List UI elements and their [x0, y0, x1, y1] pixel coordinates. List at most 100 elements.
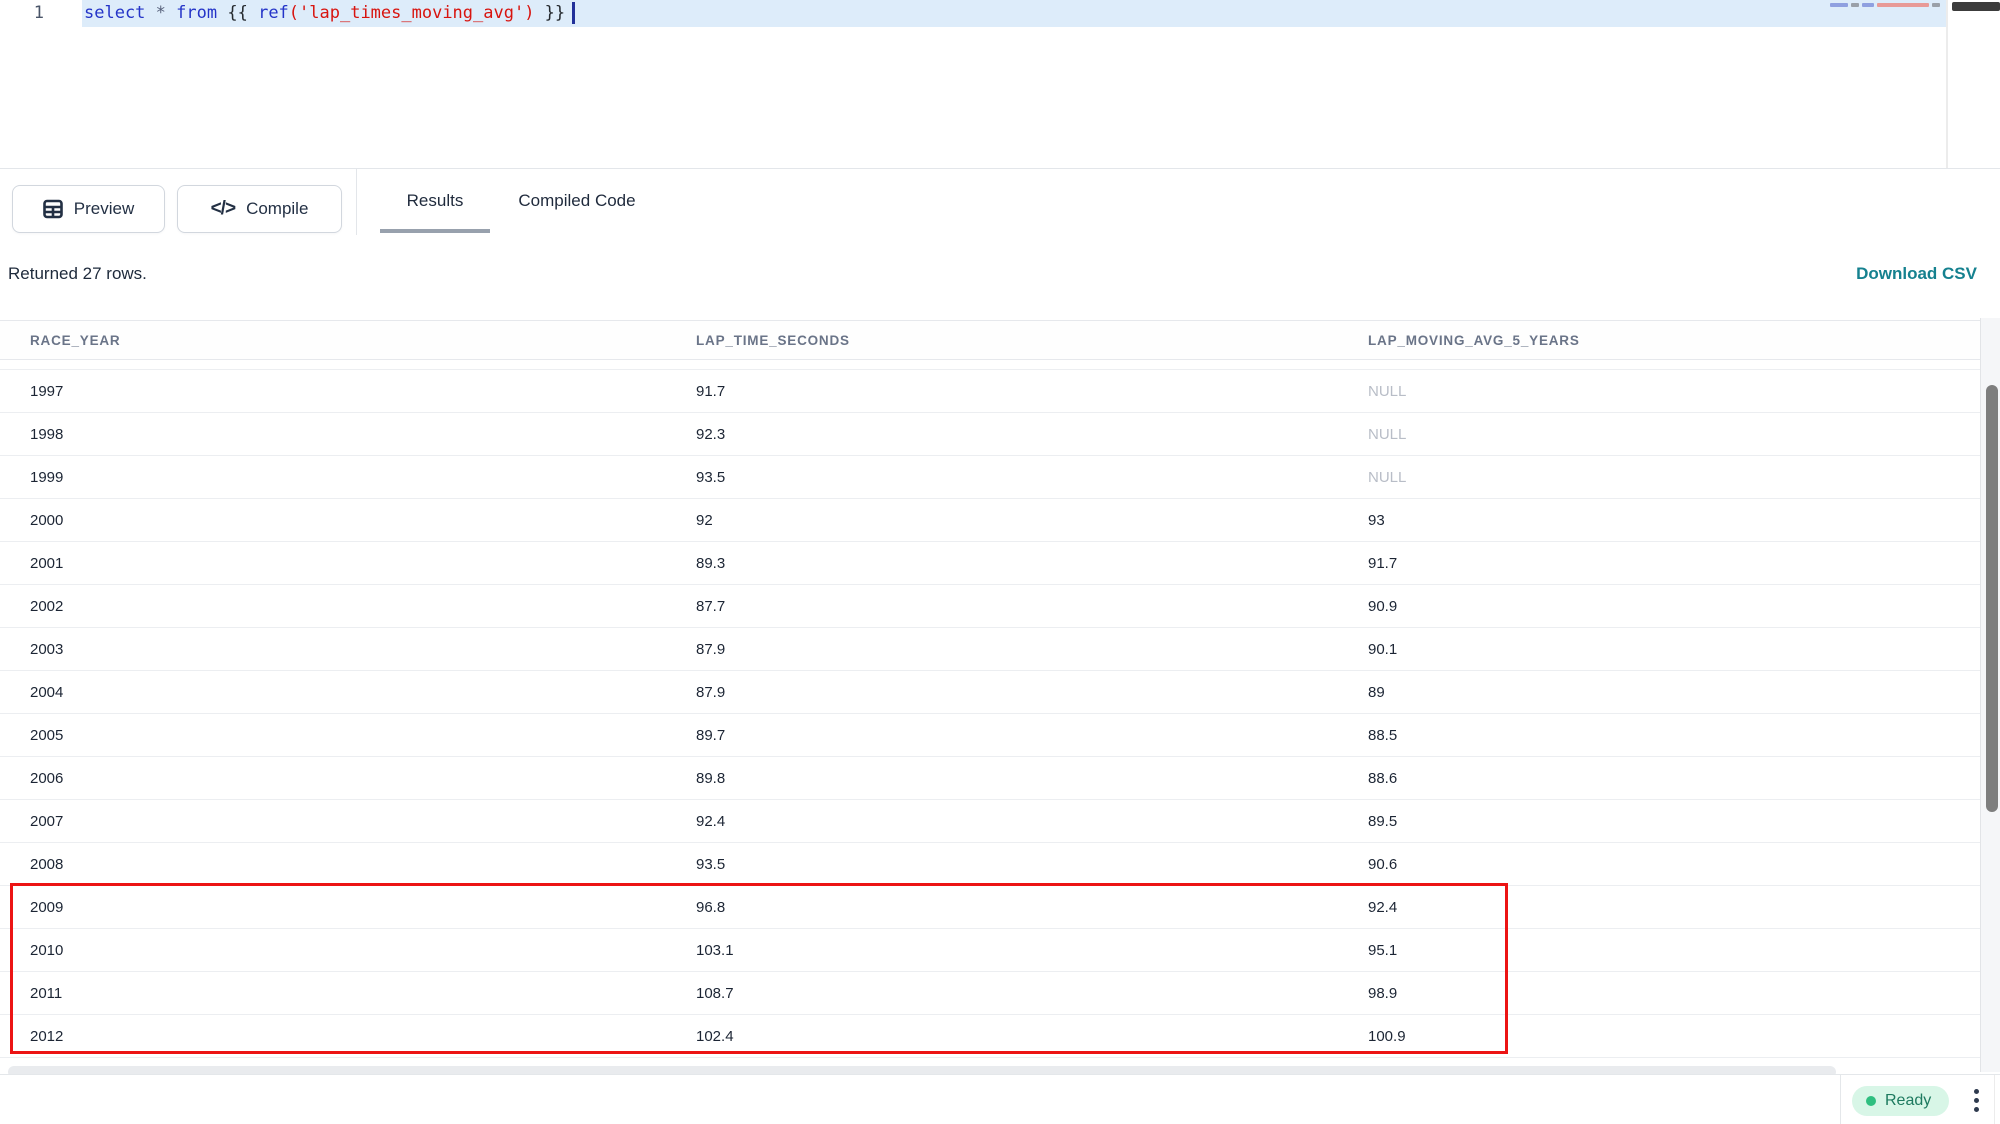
table-cell: 102.4 — [696, 1028, 1368, 1045]
table-row: 200387.990.1 — [0, 628, 1980, 671]
table-cell: 108.7 — [696, 985, 1368, 1002]
table-header-row: RACE_YEAR LAP_TIME_SECONDS LAP_MOVING_AV… — [0, 320, 1980, 360]
table-cell: 89.8 — [696, 770, 1368, 787]
table-cell: 91.7 — [1368, 555, 1980, 572]
table-cell: 2006 — [0, 770, 696, 787]
table-cell: 2009 — [0, 899, 696, 916]
kebab-dot — [1974, 1098, 1979, 1103]
table-cell: 2002 — [0, 598, 696, 615]
table-cell: 92.3 — [696, 426, 1368, 443]
ready-status-badge[interactable]: Ready — [1852, 1086, 1949, 1116]
table-cell: 2001 — [0, 555, 696, 572]
table-cell: 95.1 — [1368, 942, 1980, 959]
table-cell: 90.6 — [1368, 856, 1980, 873]
table-cell: 89 — [1368, 684, 1980, 701]
table-row: 200589.788.5 — [0, 714, 1980, 757]
table-cell: 2011 — [0, 985, 696, 1002]
table-row: 20009293 — [0, 499, 1980, 542]
download-csv-link[interactable]: Download CSV — [1856, 264, 1977, 284]
table-cell: 2003 — [0, 641, 696, 658]
table-row: 200189.391.7 — [0, 542, 1980, 585]
tab-results-label: Results — [407, 191, 464, 211]
results-status-row: Returned 27 rows. Download CSV — [0, 250, 2000, 300]
minimap[interactable] — [1830, 2, 1942, 8]
bottom-bar-divider — [1840, 1075, 1841, 1124]
results-toolbar: Preview </> Compile Results Compiled Cod… — [0, 168, 2000, 234]
table-cell: 93.5 — [696, 856, 1368, 873]
table-body: 199791.7NULL199892.3NULL199993.5NULL2000… — [0, 369, 1980, 1058]
code-token: select — [84, 3, 145, 23]
compile-button[interactable]: </> Compile — [177, 185, 342, 233]
table-cell: 2004 — [0, 684, 696, 701]
table-cell: 92.4 — [696, 813, 1368, 830]
code-line[interactable]: select * from {{ ref('lap_times_moving_a… — [84, 0, 575, 27]
table-cell: 87.7 — [696, 598, 1368, 615]
table-row: 200287.790.9 — [0, 585, 1980, 628]
preview-button[interactable]: Preview — [12, 185, 165, 233]
text-cursor-icon — [572, 2, 575, 24]
table-row: 2012102.4100.9 — [0, 1015, 1980, 1058]
table-cell: 89.5 — [1368, 813, 1980, 830]
table-row: 200487.989 — [0, 671, 1980, 714]
table-cell: 93 — [1368, 512, 1980, 529]
code-editor[interactable]: 1 select * from {{ ref('lap_times_moving… — [0, 0, 2000, 168]
kebab-menu-icon[interactable] — [1966, 1083, 1986, 1117]
table-cell: 1999 — [0, 469, 696, 486]
table-cell: 91.7 — [696, 383, 1368, 400]
returned-rows-text: Returned 27 rows. — [8, 264, 147, 284]
tab-compiled-code-label: Compiled Code — [518, 191, 635, 211]
table-cell: 89.3 — [696, 555, 1368, 572]
table-cell: 2008 — [0, 856, 696, 873]
compile-button-label: Compile — [246, 199, 308, 219]
table-row: 200792.489.5 — [0, 800, 1980, 843]
minimap-segment — [1851, 3, 1859, 7]
table-cell: 2000 — [0, 512, 696, 529]
kebab-dot — [1974, 1107, 1979, 1112]
table-cell: 2012 — [0, 1028, 696, 1045]
code-token — [145, 3, 155, 23]
minimap-segment — [1877, 3, 1929, 7]
tab-compiled-code[interactable]: Compiled Code — [512, 169, 642, 233]
code-token: ('lap_times_moving_avg') — [289, 3, 535, 23]
table-cell: 90.9 — [1368, 598, 1980, 615]
kebab-dot — [1974, 1089, 1979, 1094]
table-row: 2010103.195.1 — [0, 929, 1980, 972]
column-header-lap-moving-avg-5-years: LAP_MOVING_AVG_5_YEARS — [1368, 333, 1980, 348]
table-cell: 100.9 — [1368, 1028, 1980, 1045]
code-line-content: select * from {{ ref('lap_times_moving_a… — [84, 3, 565, 23]
table-cell: 2007 — [0, 813, 696, 830]
table-cell: 87.9 — [696, 641, 1368, 658]
table-grid-icon — [43, 199, 63, 219]
minimap-segment — [1932, 3, 1940, 7]
minimap-segment — [1830, 3, 1848, 7]
tab-results[interactable]: Results — [380, 169, 490, 233]
table-cell: 103.1 — [696, 942, 1368, 959]
toolbar-divider — [356, 169, 357, 235]
vertical-scrollbar-thumb[interactable] — [1986, 385, 1998, 812]
code-token: {{ — [217, 3, 258, 23]
table-row: 200689.888.6 — [0, 757, 1980, 800]
table-cell: NULL — [1368, 426, 1980, 443]
preview-button-label: Preview — [74, 199, 134, 219]
table-cell: 93.5 — [696, 469, 1368, 486]
vertical-scrollbar-track[interactable] — [1980, 318, 2000, 1072]
line-number: 1 — [0, 0, 44, 27]
minimap-segment — [1862, 3, 1874, 7]
table-cell: 92 — [696, 512, 1368, 529]
table-cell: NULL — [1368, 469, 1980, 486]
table-cell: 88.6 — [1368, 770, 1980, 787]
column-header-lap-time-seconds: LAP_TIME_SECONDS — [696, 333, 1368, 348]
table-cell: 1998 — [0, 426, 696, 443]
bottom-status-bar: Ready — [0, 1074, 2000, 1124]
table-row: 200996.892.4 — [0, 886, 1980, 929]
column-header-race-year: RACE_YEAR — [0, 333, 696, 348]
ready-status-label: Ready — [1885, 1092, 1931, 1110]
table-cell: 2005 — [0, 727, 696, 744]
editor-scrollbar-thumb[interactable] — [1952, 2, 2000, 11]
editor-minimap-divider — [1946, 0, 1948, 168]
code-token — [166, 3, 176, 23]
dbt-ide-window: 1 select * from {{ ref('lap_times_moving… — [0, 0, 2000, 1124]
right-edge-divider — [1994, 1075, 1995, 1124]
code-token: ref — [258, 3, 289, 23]
table-row: 199993.5NULL — [0, 456, 1980, 499]
